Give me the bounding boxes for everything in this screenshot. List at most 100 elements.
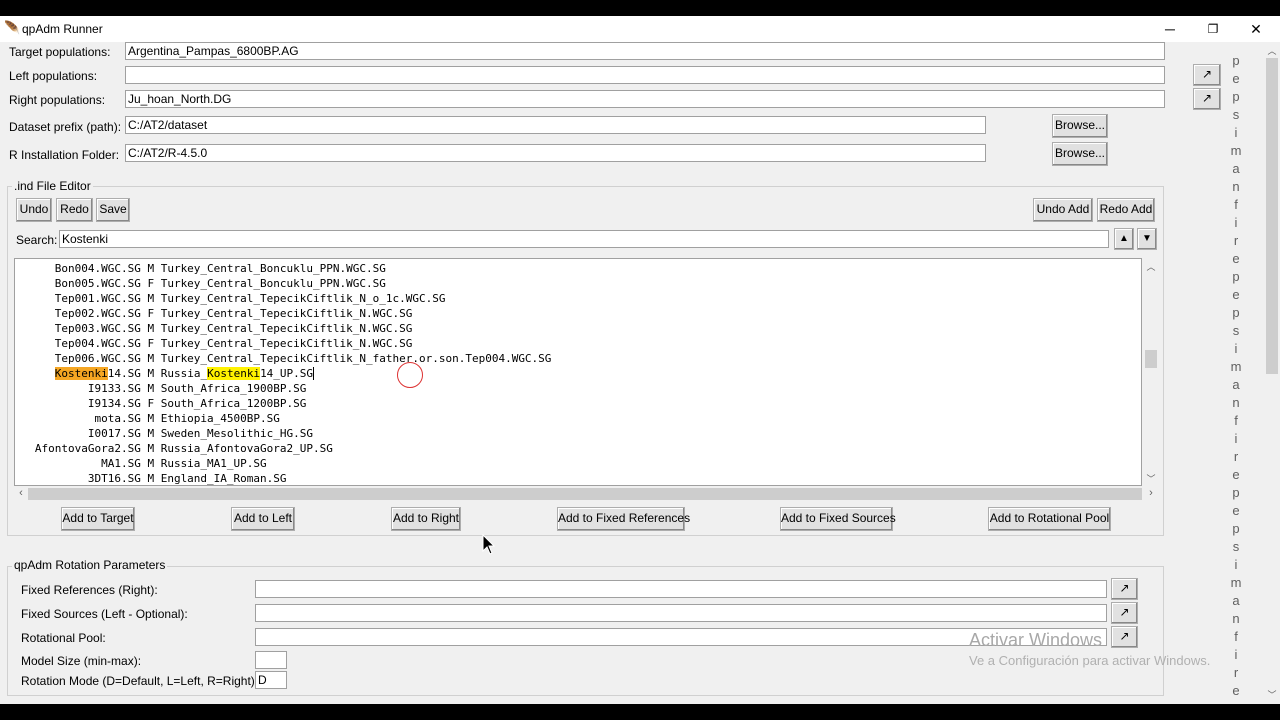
search-down-button[interactable]: ▼ bbox=[1137, 228, 1157, 250]
activation-watermark-text: Ve a Configuración para activar Windows. bbox=[969, 653, 1211, 668]
side-letter: e bbox=[1232, 503, 1240, 518]
side-letter: f bbox=[1234, 413, 1238, 428]
ind-line: 3DT16.SG M England_IA_Roman.SG bbox=[15, 472, 287, 485]
ind-line-highlighted: Kostenki14.SG M Russia_Kostenki14_UP.SG bbox=[15, 366, 315, 381]
model-size-input[interactable] bbox=[255, 651, 287, 669]
mouse-pointer-icon bbox=[482, 534, 496, 555]
scroll-left-icon[interactable]: ‹ bbox=[13, 487, 29, 499]
side-letter: p bbox=[1232, 89, 1240, 104]
text-vertical-scrollbar[interactable] bbox=[1143, 258, 1159, 486]
ind-line: Tep006.WGC.SG M Turkey_Central_TepecikCi… bbox=[15, 352, 552, 365]
undo-button[interactable]: Undo bbox=[16, 198, 52, 222]
redo-add-button[interactable]: Redo Add bbox=[1097, 198, 1155, 222]
ind-line: Tep004.WGC.SG F Turkey_Central_TepecikCi… bbox=[15, 337, 413, 350]
click-indicator-icon bbox=[397, 362, 423, 388]
undo-add-button[interactable]: Undo Add bbox=[1033, 198, 1093, 222]
expand-right-button[interactable]: ↗ bbox=[1193, 88, 1221, 110]
scroll-right-icon[interactable]: › bbox=[1143, 487, 1159, 499]
search-up-button[interactable]: ▲ bbox=[1114, 228, 1134, 250]
side-letter: e bbox=[1232, 683, 1240, 698]
expand-target-button[interactable]: ↗ bbox=[1193, 64, 1221, 86]
side-letter: s bbox=[1232, 323, 1240, 338]
side-letter: p bbox=[1232, 269, 1240, 284]
side-letter: p bbox=[1232, 53, 1240, 68]
fixed-refs-input[interactable] bbox=[255, 580, 1107, 598]
ind-line: Tep001.WGC.SG M Turkey_Central_TepecikCi… bbox=[15, 292, 446, 305]
right-input[interactable]: Ju_hoan_North.DG bbox=[125, 90, 1165, 108]
search-match-current: Kostenki bbox=[54, 367, 108, 380]
side-letter: r bbox=[1233, 449, 1239, 464]
fixed-refs-expand-button[interactable]: ↗ bbox=[1111, 578, 1138, 600]
side-letter: e bbox=[1232, 467, 1240, 482]
window-scroll-thumb[interactable] bbox=[1266, 58, 1278, 374]
left-input[interactable] bbox=[125, 66, 1165, 84]
rotation-mode-input[interactable]: D bbox=[255, 671, 287, 689]
side-letter: i bbox=[1234, 647, 1238, 662]
search-input[interactable]: Kostenki bbox=[59, 230, 1109, 248]
title-bar: 🪶 qpAdm Runner ─ ❐ ✕ bbox=[0, 16, 1280, 42]
ind-line: Tep002.WGC.SG F Turkey_Central_TepecikCi… bbox=[15, 307, 413, 320]
restore-button[interactable]: ❐ bbox=[1193, 18, 1233, 40]
side-letter: i bbox=[1234, 125, 1238, 140]
side-letter: n bbox=[1232, 395, 1240, 410]
side-letter: i bbox=[1234, 341, 1238, 356]
side-letter: i bbox=[1234, 215, 1238, 230]
ind-line-suffix: 14_UP.SG bbox=[260, 367, 314, 380]
rotation-params-title: qpAdm Rotation Parameters bbox=[12, 558, 168, 572]
side-letter: i bbox=[1234, 431, 1238, 446]
fixed-sources-label: Fixed Sources (Left - Optional): bbox=[21, 607, 188, 621]
redo-button[interactable]: Redo bbox=[56, 198, 93, 222]
side-letter: a bbox=[1232, 593, 1240, 608]
rot-pool-expand-button[interactable]: ↗ bbox=[1111, 626, 1138, 648]
app-window: 🪶 qpAdm Runner ─ ❐ ✕ Target populations:… bbox=[0, 16, 1280, 704]
side-letter: e bbox=[1232, 287, 1240, 302]
side-letter: f bbox=[1234, 197, 1238, 212]
add-to-right-button[interactable]: Add to Right bbox=[391, 507, 461, 531]
rinstall-input[interactable]: C:/AT2/R-4.5.0 bbox=[125, 144, 986, 162]
activation-watermark-title: Activar Windows bbox=[969, 630, 1103, 650]
dataset-browse-button[interactable]: Browse... bbox=[1052, 114, 1108, 138]
add-to-fixed-references-button[interactable]: Add to Fixed References bbox=[557, 507, 690, 531]
fixed-sources-input[interactable] bbox=[255, 604, 1107, 622]
target-input[interactable]: Argentina_Pampas_6800BP.AG bbox=[125, 42, 1165, 60]
ind-line: I9133.SG M South_Africa_1900BP.SG bbox=[15, 382, 307, 395]
target-label: Target populations: bbox=[9, 45, 111, 59]
side-letter: m bbox=[1230, 575, 1242, 590]
minimize-button[interactable]: ─ bbox=[1150, 18, 1190, 40]
h-scroll-thumb[interactable] bbox=[28, 488, 1142, 500]
rinstall-browse-button[interactable]: Browse... bbox=[1052, 142, 1108, 166]
side-letter: r bbox=[1233, 233, 1239, 248]
scroll-thumb[interactable] bbox=[1145, 350, 1157, 368]
side-letter: e bbox=[1232, 71, 1240, 86]
side-letter: e bbox=[1232, 251, 1240, 266]
ind-line: Bon004.WGC.SG M Turkey_Central_Boncuklu_… bbox=[15, 262, 386, 275]
side-letter: s bbox=[1232, 107, 1240, 122]
ind-line: mota.SG M Ethiopia_4500BP.SG bbox=[15, 412, 280, 425]
text-caret bbox=[313, 367, 315, 380]
side-letter: n bbox=[1232, 179, 1240, 194]
ind-line: AfontovaGora2.SG M Russia_AfontovaGora2_… bbox=[15, 442, 333, 455]
add-to-left-button[interactable]: Add to Left bbox=[231, 507, 295, 531]
window-scroll-down-icon[interactable]: ﹀ bbox=[1264, 688, 1280, 701]
side-vertical-text: pepsimanfirepepsimanfirepepsimanfire bbox=[1224, 52, 1248, 700]
scroll-down-icon[interactable]: ﹀ bbox=[1143, 472, 1159, 485]
ind-text-area[interactable]: Bon004.WGC.SG M Turkey_Central_Boncuklu_… bbox=[14, 258, 1142, 486]
close-button[interactable]: ✕ bbox=[1236, 18, 1276, 40]
add-to-target-button[interactable]: Add to Target bbox=[61, 507, 135, 531]
side-letter: m bbox=[1230, 359, 1242, 374]
scroll-up-icon[interactable]: ︿ bbox=[1143, 260, 1159, 273]
search-label: Search: bbox=[16, 233, 58, 247]
rotation-mode-label: Rotation Mode (D=Default, L=Left, R=Righ… bbox=[21, 674, 259, 688]
add-to-fixed-sources-button[interactable]: Add to Fixed Sources bbox=[780, 507, 896, 531]
save-button[interactable]: Save bbox=[96, 198, 130, 222]
rinstall-label: R Installation Folder: bbox=[9, 148, 120, 162]
dataset-input[interactable]: C:/AT2/dataset bbox=[125, 116, 986, 134]
window-scroll-up-icon[interactable]: ︿ bbox=[1264, 44, 1280, 57]
side-letter: f bbox=[1234, 629, 1238, 644]
add-to-rotational-pool-button[interactable]: Add to Rotational Pool bbox=[988, 507, 1111, 531]
ind-line: Bon005.WGC.SG F Turkey_Central_Boncuklu_… bbox=[15, 277, 386, 290]
fixed-sources-expand-button[interactable]: ↗ bbox=[1111, 602, 1138, 624]
fixed-refs-label: Fixed References (Right): bbox=[21, 583, 158, 597]
feather-icon: 🪶 bbox=[4, 20, 21, 35]
side-letter: p bbox=[1232, 485, 1240, 500]
